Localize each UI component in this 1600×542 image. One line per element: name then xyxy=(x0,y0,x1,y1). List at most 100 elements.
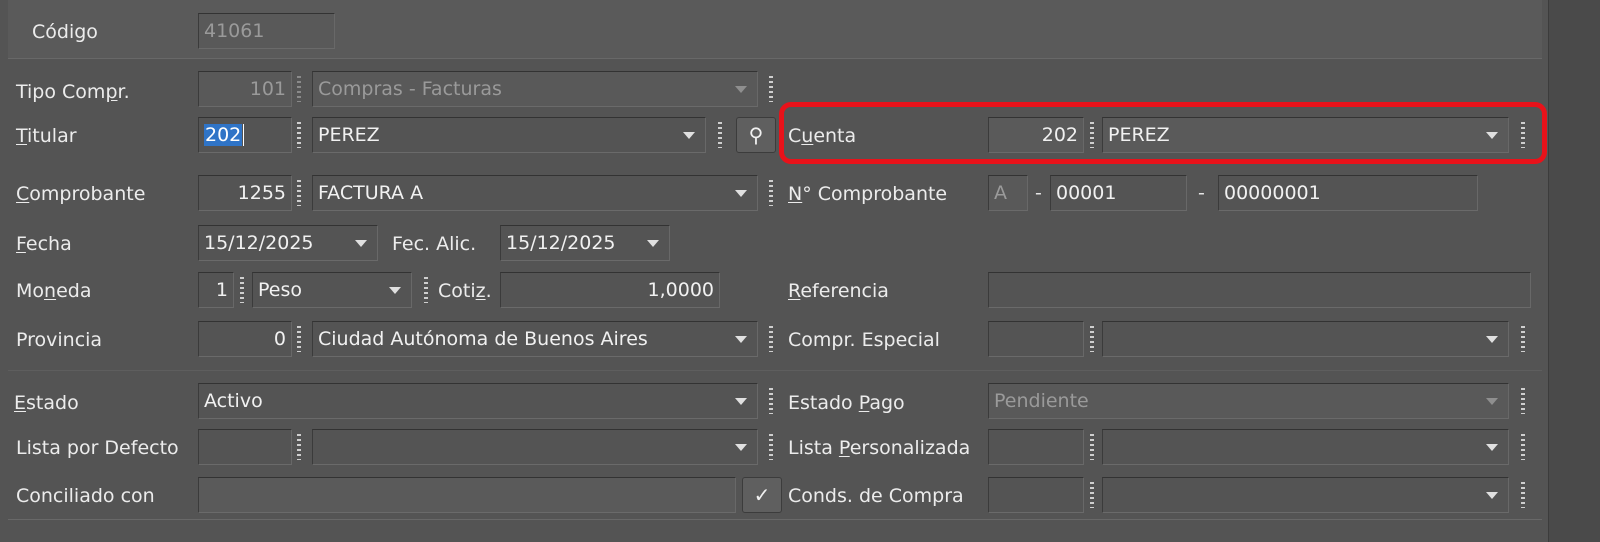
lista-personalizada-label: Lista Personalizada xyxy=(788,437,971,459)
conciliado-label: Conciliado con xyxy=(16,485,155,507)
nro-comprobante-label: N° Comprobante xyxy=(788,183,948,205)
lista-defecto-code-input[interactable] xyxy=(198,429,292,465)
comprobante-value: FACTURA A xyxy=(318,182,424,204)
tipo-compr-dropdown[interactable]: Compras - Facturas xyxy=(312,71,758,107)
lista-defecto-label: Lista por Defecto xyxy=(16,437,179,459)
grip-icon xyxy=(1090,434,1094,460)
provincia-dropdown[interactable]: Ciudad Autónoma de Buenos Aires xyxy=(312,321,758,357)
titular-label: Titular xyxy=(16,125,77,147)
divider xyxy=(8,58,1542,59)
chevron-down-icon[interactable] xyxy=(735,86,747,93)
chevron-down-icon[interactable] xyxy=(1486,492,1498,499)
divider xyxy=(8,519,1542,520)
moneda-label: Moneda xyxy=(16,280,92,302)
cotiz-label: Cotiz. xyxy=(438,280,492,302)
compr-especial-label: Compr. Especial xyxy=(788,329,940,351)
chevron-down-icon[interactable] xyxy=(1486,336,1498,343)
compr-especial-code-input[interactable] xyxy=(988,321,1084,357)
moneda-dropdown[interactable]: Peso xyxy=(252,272,412,308)
grip-icon xyxy=(1521,434,1525,460)
grip-icon xyxy=(1521,326,1525,352)
chevron-down-icon[interactable] xyxy=(735,444,747,451)
fec-alic-label: Fec. Alic. xyxy=(392,233,477,255)
chevron-down-icon[interactable] xyxy=(355,240,367,247)
fec-alic-date-picker[interactable]: 15/12/2025 xyxy=(500,225,670,261)
divider xyxy=(8,370,1542,371)
tipo-compr-label: Tipo Compr. xyxy=(16,81,130,103)
check-button[interactable]: ✓ xyxy=(742,477,782,513)
conds-compra-code-input[interactable] xyxy=(988,477,1084,513)
separator-dash: - xyxy=(1035,182,1042,204)
grip-icon xyxy=(769,434,773,460)
provincia-label: Provincia xyxy=(16,329,103,351)
grip-icon xyxy=(769,180,773,206)
selected-text: 202 xyxy=(204,124,243,146)
grip-icon xyxy=(424,277,428,303)
grip-icon xyxy=(1521,388,1525,414)
comprobante-dropdown[interactable]: FACTURA A xyxy=(312,175,758,211)
grip-icon xyxy=(297,180,301,206)
referencia-label: Referencia xyxy=(788,280,889,302)
titular-code-input[interactable]: 202 xyxy=(198,117,292,153)
chevron-down-icon[interactable] xyxy=(683,132,695,139)
grip-icon xyxy=(297,434,301,460)
estado-pago-label: Estado Pago xyxy=(788,392,905,414)
chevron-down-icon[interactable] xyxy=(735,190,747,197)
comprobante-label: Comprobante xyxy=(16,183,146,205)
lista-defecto-dropdown[interactable] xyxy=(312,429,758,465)
grip-icon xyxy=(240,277,244,303)
grip-icon xyxy=(718,122,722,148)
numero-comprobante-input[interactable]: 00000001 xyxy=(1218,175,1478,211)
grip-icon xyxy=(769,76,773,102)
chevron-down-icon[interactable] xyxy=(389,287,401,294)
grip-icon xyxy=(769,388,773,414)
user-search-icon: ⚲ xyxy=(748,123,764,147)
provincia-code-input[interactable]: 0 xyxy=(198,321,292,357)
titular-value: PEREZ xyxy=(318,124,380,146)
check-icon: ✓ xyxy=(753,483,771,507)
moneda-code-input[interactable]: 1 xyxy=(198,272,234,308)
tipo-compr-value: Compras - Facturas xyxy=(318,78,502,100)
chevron-down-icon[interactable] xyxy=(1486,444,1498,451)
estado-dropdown[interactable]: Activo xyxy=(198,383,758,419)
grip-icon xyxy=(297,122,301,148)
titular-dropdown[interactable]: PEREZ xyxy=(312,117,706,153)
grip-icon xyxy=(1090,482,1094,508)
compr-especial-dropdown[interactable] xyxy=(1102,321,1509,357)
fecha-label: Fecha xyxy=(16,233,72,255)
estado-value: Activo xyxy=(204,390,263,412)
conds-compra-dropdown[interactable] xyxy=(1102,477,1509,513)
conds-compra-label: Conds. de Compra xyxy=(788,485,964,507)
grip-icon xyxy=(297,76,301,102)
conciliado-field[interactable] xyxy=(198,477,736,513)
chevron-down-icon[interactable] xyxy=(1486,398,1498,405)
referencia-input[interactable] xyxy=(988,272,1531,308)
search-person-button[interactable]: ⚲ xyxy=(736,117,776,153)
punto-venta-input[interactable]: 00001 xyxy=(1050,175,1187,211)
estado-pago-dropdown[interactable]: Pendiente xyxy=(988,383,1509,419)
moneda-value: Peso xyxy=(258,279,302,301)
provincia-value: Ciudad Autónoma de Buenos Aires xyxy=(318,328,648,350)
separator-dash: - xyxy=(1198,182,1205,204)
fec-alic-value: 15/12/2025 xyxy=(506,232,616,254)
grip-icon xyxy=(1521,482,1525,508)
highlight-box xyxy=(779,102,1547,164)
lista-personalizada-dropdown[interactable] xyxy=(1102,429,1509,465)
comprobante-code-input[interactable]: 1255 xyxy=(198,175,292,211)
chevron-down-icon[interactable] xyxy=(735,336,747,343)
lista-personalizada-code-input[interactable] xyxy=(988,429,1084,465)
chevron-down-icon[interactable] xyxy=(647,240,659,247)
cotiz-input[interactable]: 1,0000 xyxy=(500,272,720,308)
grip-icon xyxy=(1090,326,1094,352)
codigo-field[interactable]: 41061 xyxy=(198,13,335,49)
grip-icon xyxy=(769,326,773,352)
chevron-down-icon[interactable] xyxy=(735,398,747,405)
letra-field[interactable]: A xyxy=(988,175,1028,211)
codigo-label: Código xyxy=(32,21,98,43)
fecha-date-picker[interactable]: 15/12/2025 xyxy=(198,225,378,261)
grip-icon xyxy=(297,326,301,352)
estado-label: Estado xyxy=(14,392,79,414)
right-rail xyxy=(1548,0,1600,542)
tipo-compr-code-field[interactable]: 101 xyxy=(198,71,292,107)
fecha-value: 15/12/2025 xyxy=(204,232,314,254)
